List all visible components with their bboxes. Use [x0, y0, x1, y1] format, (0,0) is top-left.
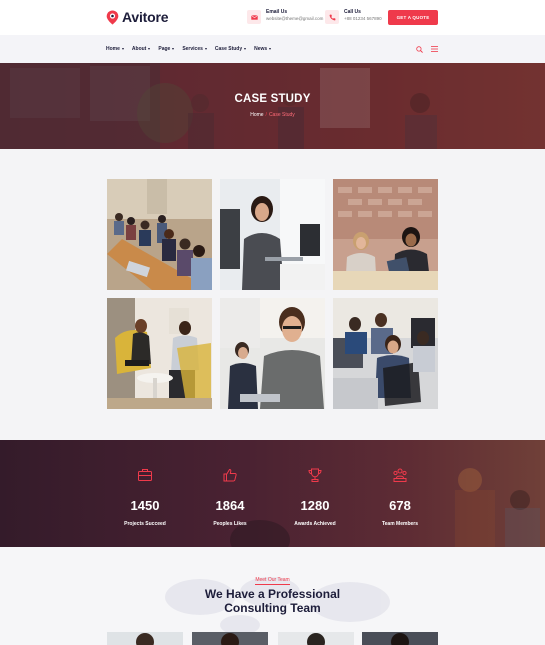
nav-item-home[interactable]: Home — [106, 46, 124, 52]
thumbs-up-icon — [223, 468, 237, 482]
team-section: Meet Our Team We Have a Professional Con… — [0, 547, 545, 645]
team-member-photo — [362, 632, 438, 645]
envelope-icon — [247, 10, 261, 24]
caret-down-icon — [121, 48, 124, 50]
call-contact[interactable]: Call Us +88 01234 567890 — [325, 9, 382, 24]
email-value: website@theme@gmail.com — [266, 16, 324, 21]
case-study-image[interactable] — [107, 298, 212, 409]
nav-item-page[interactable]: Page — [158, 46, 175, 52]
nav-item-label: Services — [182, 46, 203, 52]
nav-item-label: News — [254, 46, 268, 52]
page-hero: CASE STUDY Home / Case Study — [0, 63, 545, 149]
team-member-photo — [192, 632, 268, 645]
stats-counter: 1450 Projects Succeed 1864 Peoples Likes… — [0, 440, 545, 547]
nav-item-label: Page — [158, 46, 171, 52]
team-member-photo — [107, 632, 183, 645]
case-study-image[interactable] — [333, 179, 438, 290]
team-icon — [393, 468, 407, 482]
team-member-card[interactable] — [192, 632, 268, 645]
logo[interactable]: Avitore — [106, 9, 169, 25]
team-member-card[interactable] — [107, 632, 183, 645]
caret-down-icon — [244, 48, 247, 50]
nav-item-about[interactable]: About — [131, 46, 151, 52]
nav-item-case-study[interactable]: Case Study — [214, 46, 247, 52]
team-member-card[interactable] — [362, 632, 438, 645]
tablet-meeting-photo — [333, 179, 438, 290]
lounge-meeting-photo — [107, 298, 212, 409]
team-title: We Have a Professional Consulting Team — [0, 587, 545, 615]
team-monitor-photo — [333, 298, 438, 409]
caret-down-icon — [204, 48, 207, 50]
phone-icon — [325, 10, 339, 24]
site-header: Avitore Email Us website@theme@gmail.com… — [0, 0, 545, 35]
hero-background-image — [0, 63, 545, 149]
team-eyebrow-text: Meet Our Team — [255, 577, 290, 585]
man-desk-photo — [220, 298, 325, 409]
team-eyebrow: Meet Our Team — [0, 577, 545, 585]
caret-down-icon — [172, 48, 175, 50]
case-study-image[interactable] — [107, 179, 212, 290]
main-nav: Home About Page Services Case Study News — [0, 35, 545, 63]
woman-laptop-photo — [220, 179, 325, 290]
case-study-image[interactable] — [220, 298, 325, 409]
stat-team: 678 Team Members — [350, 440, 450, 527]
page-title: CASE STUDY — [234, 93, 311, 105]
team-member-photo — [278, 632, 354, 645]
nav-menu: Home About Page Services Case Study News — [106, 35, 272, 63]
location-pin-icon — [106, 10, 119, 24]
brand-name: Avitore — [122, 9, 169, 25]
nav-item-label: About — [131, 46, 147, 52]
breadcrumb-home[interactable]: Home — [250, 112, 263, 118]
team-title-line-2: Consulting Team — [224, 601, 321, 615]
nav-item-services[interactable]: Services — [182, 46, 207, 52]
breadcrumb-current: Case Study — [268, 112, 295, 118]
nav-item-label: Case Study — [214, 46, 243, 52]
stat-value: 678 — [389, 498, 411, 513]
nav-item-news[interactable]: News — [254, 46, 272, 52]
email-contact[interactable]: Email Us website@theme@gmail.com — [247, 9, 323, 24]
caret-down-icon — [148, 48, 151, 50]
hamburger-icon[interactable] — [431, 46, 438, 52]
get-quote-button[interactable]: GET A QUOTE — [388, 10, 438, 25]
case-study-image[interactable] — [220, 179, 325, 290]
team-member-card[interactable] — [278, 632, 354, 645]
case-study-image[interactable] — [333, 298, 438, 409]
trophy-icon — [308, 468, 322, 482]
briefcase-icon — [138, 469, 152, 481]
caret-down-icon — [269, 48, 272, 50]
breadcrumb: Home / Case Study — [0, 112, 545, 118]
meeting-table-photo — [107, 179, 212, 290]
call-value: +88 01234 567890 — [344, 16, 382, 21]
team-title-line-1: We Have a Professional — [204, 587, 341, 601]
search-icon[interactable] — [416, 46, 423, 53]
stat-label: Team Members — [381, 521, 419, 527]
nav-item-label: Home — [106, 46, 120, 52]
case-study-gallery — [0, 149, 545, 440]
breadcrumb-separator: / — [265, 112, 267, 118]
